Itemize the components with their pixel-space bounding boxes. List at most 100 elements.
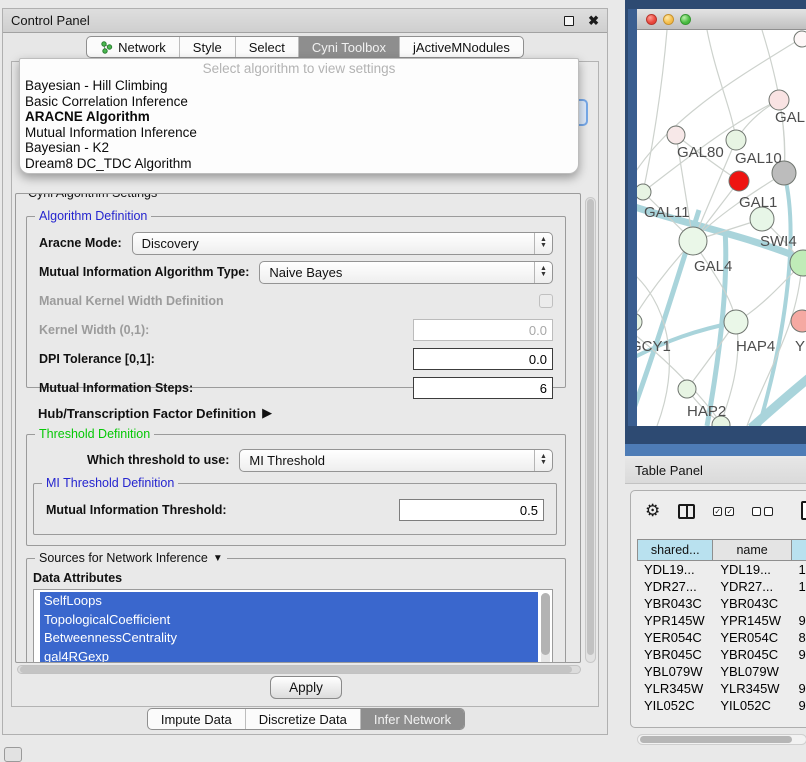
data-attribute-item[interactable]: BetweennessCentrality: [40, 629, 538, 648]
gear-icon[interactable]: ⚙: [645, 501, 660, 521]
hub-definition-toggle-label[interactable]: Hub/Transcription Factor Definition: [38, 406, 256, 421]
mi-threshold-field[interactable]: [399, 499, 544, 521]
table-row[interactable]: YIL052CYIL052C9: [637, 697, 806, 714]
network-node[interactable]: [729, 171, 749, 191]
tab-cyni-toolbox[interactable]: Cyni Toolbox: [298, 37, 399, 57]
table-cell: YBR043C: [637, 596, 713, 611]
settings-vertical-scrollbar[interactable]: [585, 197, 596, 663]
network-node[interactable]: [726, 130, 746, 150]
panel-corner-button[interactable]: [4, 747, 22, 762]
threshold-definition-group: Threshold Definition Which threshold to …: [26, 434, 566, 546]
window-frame: [628, 9, 637, 426]
window-frame-accent: [625, 444, 806, 456]
algorithm-option[interactable]: Basic Correlation Inference: [20, 94, 578, 110]
network-edge: [707, 30, 736, 140]
expanded-arrow-icon[interactable]: ▼: [213, 553, 223, 564]
algorithm-option[interactable]: Bayesian - Hill Climbing: [20, 78, 578, 94]
apply-button[interactable]: Apply: [270, 676, 342, 699]
data-attributes-list[interactable]: SelfLoopsTopologicalCoefficientBetweenne…: [33, 589, 553, 663]
data-attribute-item[interactable]: TopologicalCoefficient: [40, 611, 538, 630]
algorithm-option[interactable]: Dream8 DC_TDC Algorithm: [20, 156, 578, 172]
threshold-definition-title: Threshold Definition: [35, 427, 154, 441]
collapsed-arrow-icon[interactable]: ▶: [262, 405, 272, 421]
tab-style[interactable]: Style: [179, 37, 235, 57]
node-label: GAL: [775, 109, 805, 126]
column-header[interactable]: shared...: [637, 539, 713, 561]
node-label: SWI4: [760, 233, 797, 250]
settings-horizontal-scrollbar[interactable]: [17, 665, 581, 674]
deselect-all-checks-icon[interactable]: [752, 507, 773, 516]
combo-stepper-icon: ▲▼: [534, 262, 552, 283]
zoom-traffic-light-icon[interactable]: [680, 14, 691, 25]
which-threshold-combo[interactable]: MI Threshold ▲▼: [239, 449, 553, 472]
algorithm-definition-title: Algorithm Definition: [35, 209, 151, 223]
tab-label: Select: [249, 40, 285, 55]
export-table-icon[interactable]: [801, 501, 806, 520]
table-row[interactable]: YBR043CYBR043C: [637, 595, 806, 612]
algorithm-option[interactable]: Bayesian - K2: [20, 140, 578, 156]
close-traffic-light-icon[interactable]: [646, 14, 657, 25]
kernel-width-field[interactable]: [413, 319, 553, 341]
tab-jactivemnodules[interactable]: jActiveMNodules: [399, 37, 523, 57]
mi-threshold-label: Mutual Information Threshold:: [46, 503, 227, 517]
column-header[interactable]: name: [713, 539, 791, 561]
data-attribute-item[interactable]: SelfLoops: [40, 592, 538, 611]
network-window-titlebar[interactable]: [637, 9, 806, 30]
table-cell: YLR345W: [713, 681, 791, 696]
network-node[interactable]: [769, 90, 789, 110]
tab-impute-data[interactable]: Impute Data: [148, 709, 245, 729]
tab-label: Infer Network: [374, 712, 451, 727]
table-row[interactable]: YPR145WYPR145W9.: [637, 612, 806, 629]
table-cell: YBR045C: [637, 647, 713, 662]
node-label: GCY1: [637, 338, 671, 355]
table-row[interactable]: YER054CYER054C8.: [637, 629, 806, 646]
network-edge: [643, 30, 667, 192]
tab-infer-network[interactable]: Infer Network: [360, 709, 464, 729]
dpi-tolerance-field[interactable]: [413, 348, 553, 370]
combo-stepper-icon: ▲▼: [534, 233, 552, 254]
network-node[interactable]: [724, 310, 748, 334]
network-node[interactable]: [678, 380, 696, 398]
network-view-window: GALGAL80GAL10GAL1GAL11SWI4GAL4GCY1HAP4YH…: [625, 0, 806, 456]
close-icon[interactable]: ✖: [588, 16, 599, 26]
minimize-traffic-light-icon[interactable]: [663, 14, 674, 25]
manual-kernel-checkbox[interactable]: [539, 294, 553, 308]
algorithm-option[interactable]: Mutual Information Inference: [20, 125, 578, 141]
aracne-mode-combo[interactable]: Discovery ▲▼: [132, 232, 553, 255]
table-row[interactable]: YDL19...YDL19...13: [637, 561, 806, 578]
node-table[interactable]: shared...name YDL19...YDL19...13YDR27...…: [637, 539, 806, 727]
table-cell: YER054C: [713, 630, 791, 645]
network-node[interactable]: [667, 126, 685, 144]
network-node[interactable]: [637, 184, 651, 200]
mi-threshold-group: MI Threshold Definition Mutual Informati…: [33, 483, 557, 535]
table-row[interactable]: YLR345WYLR345W9.: [637, 680, 806, 697]
network-node[interactable]: [679, 227, 707, 255]
list-scrollbar[interactable]: [541, 593, 550, 663]
control-panel-tabbar: NetworkStyle Select Cyni Toolbox jActiveMNo…: [3, 36, 607, 59]
algorithm-option[interactable]: ARACNE Algorithm: [20, 109, 578, 125]
columns-icon[interactable]: [678, 504, 695, 519]
tab-discretize-data[interactable]: Discretize Data: [245, 709, 360, 729]
sources-group-title[interactable]: Sources for Network Inference: [39, 551, 208, 565]
mi-steps-field[interactable]: [413, 377, 553, 399]
data-attribute-item[interactable]: gal4RGexp: [40, 648, 538, 664]
mi-type-combo[interactable]: Naive Bayes ▲▼: [259, 261, 553, 284]
table-row[interactable]: YDR27...YDR27...12: [637, 578, 806, 595]
tab-label: jActiveMNodules: [413, 40, 510, 55]
network-canvas[interactable]: GALGAL80GAL10GAL1GAL11SWI4GAL4GCY1HAP4YH…: [637, 30, 806, 426]
network-node[interactable]: [637, 313, 642, 331]
table-panel-titlebar: Table Panel: [625, 458, 806, 484]
table-row[interactable]: YBL079WYBL079W: [637, 663, 806, 680]
table-cell: YBR045C: [713, 647, 791, 662]
tab-network[interactable]: Network: [87, 37, 179, 57]
tab-select[interactable]: Select: [235, 37, 298, 57]
float-window-icon[interactable]: [564, 16, 574, 26]
table-row[interactable]: YBR045CYBR045C9.: [637, 646, 806, 663]
column-header[interactable]: [792, 539, 806, 561]
network-node[interactable]: [794, 31, 806, 47]
select-all-checks-icon[interactable]: ✓✓: [713, 507, 734, 516]
dpi-tolerance-label: DPI Tolerance [0,1]:: [39, 352, 155, 366]
table-cell: YBL079W: [713, 664, 791, 679]
table-horizontal-scrollbar[interactable]: [637, 734, 806, 745]
node-label: GAL11: [644, 204, 690, 221]
